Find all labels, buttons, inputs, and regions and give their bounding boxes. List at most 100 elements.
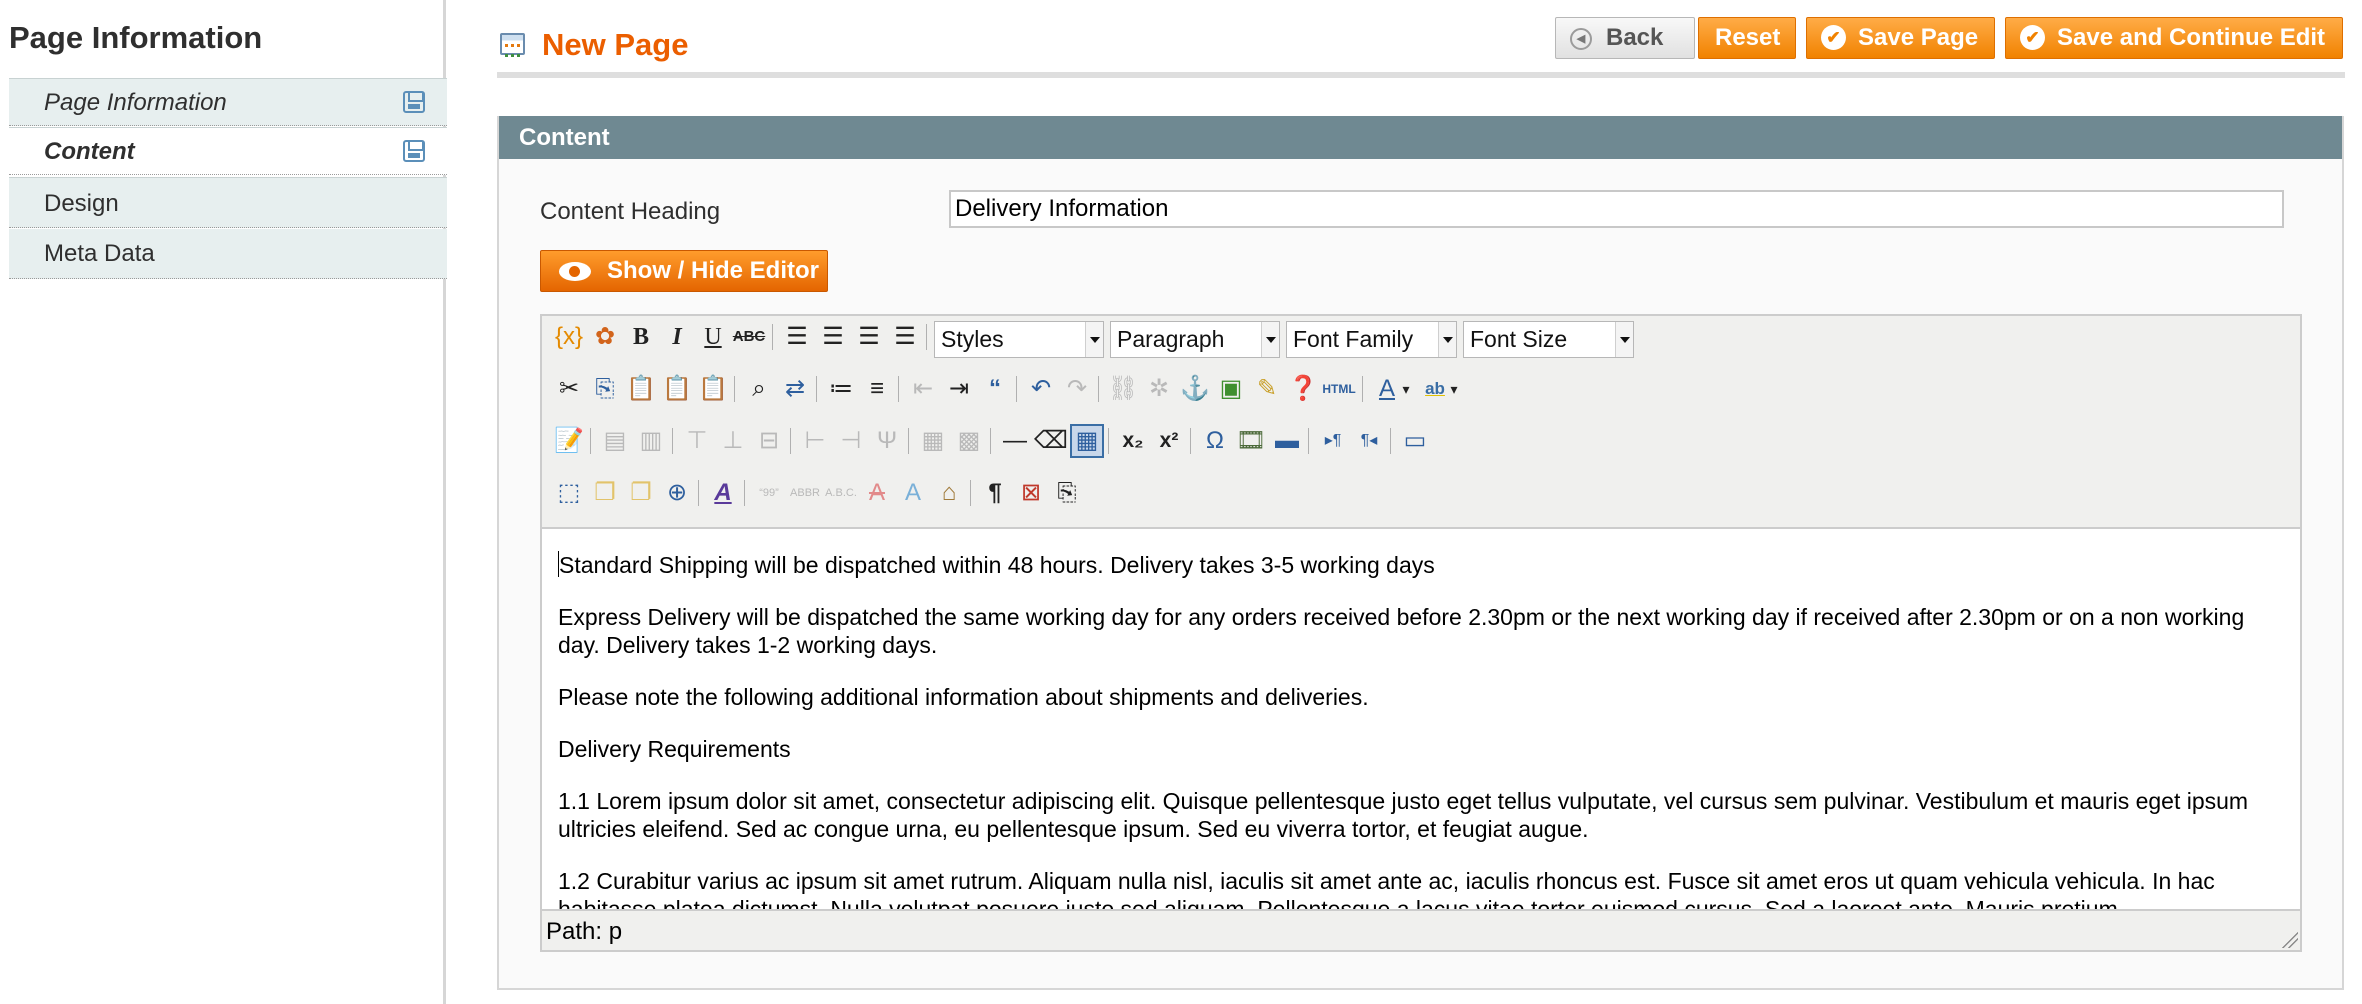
delete-col-icon[interactable]: Ψ xyxy=(870,424,904,458)
undo-icon[interactable]: ↶ xyxy=(1024,372,1058,406)
insert-layer-icon[interactable]: ⬚ xyxy=(552,476,586,510)
align-justify-icon[interactable]: ☰ xyxy=(888,320,922,354)
find-icon[interactable]: ⌕ xyxy=(742,372,776,406)
cut-icon[interactable]: ✂ xyxy=(552,372,586,406)
align-center-icon[interactable]: ☰ xyxy=(816,320,850,354)
font-size-value: Font Size xyxy=(1470,326,1568,352)
anchor-icon[interactable]: ⚓ xyxy=(1178,372,1212,406)
insert-row-after-icon[interactable]: ⊥ xyxy=(716,424,750,458)
chevron-down-icon[interactable]: ▾ xyxy=(1446,372,1462,406)
link-icon[interactable]: ⛓ xyxy=(1106,372,1140,406)
toolbar-separator xyxy=(698,480,699,506)
sidebar-tab-content[interactable]: Content xyxy=(9,127,447,175)
insert-text-icon[interactable]: A xyxy=(896,476,930,510)
horizontal-rule-icon[interactable]: — xyxy=(998,424,1032,458)
outdent-icon[interactable]: ⇤ xyxy=(906,372,940,406)
rtl-icon[interactable]: ¶◂ xyxy=(1352,424,1386,458)
font-family-select[interactable]: Font Family xyxy=(1286,321,1457,358)
page-break-icon[interactable]: ⎘ xyxy=(1050,476,1084,510)
paragraph-format-value: Paragraph xyxy=(1117,326,1225,352)
table-cell-props-icon[interactable]: ▥ xyxy=(634,424,668,458)
help-icon[interactable]: ❓ xyxy=(1286,372,1320,406)
unlink-icon[interactable]: ✲ xyxy=(1142,372,1176,406)
save-and-continue-button[interactable]: ✔ Save and Continue Edit xyxy=(2005,17,2343,59)
media-icon[interactable]: 🎞 xyxy=(1234,424,1268,458)
align-left-icon[interactable]: ☰ xyxy=(780,320,814,354)
styles-select[interactable]: Styles xyxy=(934,321,1104,358)
sidebar: Page Information Page Information Conten… xyxy=(0,0,447,1004)
bullet-list-icon[interactable]: ≔ xyxy=(824,372,858,406)
ltr-icon[interactable]: ▸¶ xyxy=(1316,424,1350,458)
insert-col-before-icon[interactable]: ⊢ xyxy=(798,424,832,458)
sidebar-tab-label: Content xyxy=(44,138,135,165)
subscript-icon[interactable]: x₂ xyxy=(1116,424,1150,458)
html-source-icon[interactable]: HTML xyxy=(1322,372,1356,406)
insert-row-before-icon[interactable]: ⊤ xyxy=(680,424,714,458)
save-page-button[interactable]: ✔ Save Page xyxy=(1806,17,1995,59)
insert-table-icon[interactable]: ▦ xyxy=(1070,424,1104,458)
cite-icon[interactable]: “99” xyxy=(752,476,786,510)
sidebar-tab-page-information[interactable]: Page Information xyxy=(9,78,447,126)
insert-widget-icon[interactable]: ✿ xyxy=(588,320,622,354)
move-forward-icon[interactable]: ❐ xyxy=(588,476,622,510)
sidebar-tab-meta-data[interactable]: Meta Data xyxy=(9,229,447,279)
image-icon[interactable]: ▣ xyxy=(1214,372,1248,406)
cleanup-icon[interactable]: ✎ xyxy=(1250,372,1284,406)
content-heading-input[interactable] xyxy=(949,190,2284,228)
paste-word-icon[interactable]: 📋 xyxy=(696,372,730,406)
insert-variable-icon[interactable]: {x} xyxy=(552,320,586,354)
attributes-icon[interactable]: ⌂ xyxy=(932,476,966,510)
align-right-icon[interactable]: ☰ xyxy=(852,320,886,354)
replace-icon[interactable]: ⇄ xyxy=(778,372,812,406)
underline-icon[interactable]: U xyxy=(696,320,730,354)
show-hide-editor-button[interactable]: Show / Hide Editor xyxy=(540,250,828,292)
non-breaking-toggle-icon[interactable]: ⊠ xyxy=(1014,476,1048,510)
chevron-down-icon[interactable]: ▾ xyxy=(1398,372,1414,406)
delete-row-icon[interactable]: ⊟ xyxy=(752,424,786,458)
edit-table-icon[interactable]: 📝 xyxy=(552,424,586,458)
remove-format-icon[interactable]: ⌫ xyxy=(1034,424,1068,458)
toolbar-separator xyxy=(590,428,591,454)
table-row-props-icon[interactable]: ▤ xyxy=(598,424,632,458)
checkmark-icon: ✔ xyxy=(2020,25,2045,50)
resize-handle-icon[interactable] xyxy=(2280,930,2298,948)
absolute-position-icon[interactable]: ⊕ xyxy=(660,476,694,510)
move-backward-icon[interactable]: ❐ xyxy=(624,476,658,510)
nonbreaking-icon[interactable]: ▬ xyxy=(1270,424,1304,458)
section-header: Content xyxy=(499,116,2342,159)
italic-icon[interactable]: I xyxy=(660,320,694,354)
toolbar-separator xyxy=(790,428,791,454)
editor-content-area[interactable]: Standard Shipping will be dispatched wit… xyxy=(542,527,2300,911)
superscript-icon[interactable]: x² xyxy=(1152,424,1186,458)
blockquote-icon[interactable]: “ xyxy=(978,372,1012,406)
acronym-icon[interactable]: A.B.C. xyxy=(824,476,858,510)
split-cells-icon[interactable]: ▦ xyxy=(916,424,950,458)
reset-button[interactable]: Reset xyxy=(1698,17,1796,59)
visual-chars-icon[interactable]: ¶ xyxy=(978,476,1012,510)
merge-cells-icon[interactable]: ▩ xyxy=(952,424,986,458)
insert-col-after-icon[interactable]: ⊣ xyxy=(834,424,868,458)
abbr-icon[interactable]: ABBR xyxy=(788,476,822,510)
sidebar-tab-design[interactable]: Design xyxy=(9,177,447,228)
editor-paragraph: Express Delivery will be dispatched the … xyxy=(558,604,2245,658)
styles-select-value: Styles xyxy=(941,326,1004,352)
save-state-icon xyxy=(403,91,425,113)
paste-text-icon[interactable]: 📋 xyxy=(660,372,694,406)
paragraph-format-select[interactable]: Paragraph xyxy=(1110,321,1280,358)
back-button[interactable]: ◀ Back xyxy=(1555,17,1695,59)
indent-icon[interactable]: ⇥ xyxy=(942,372,976,406)
font-family-value: Font Family xyxy=(1293,326,1414,352)
bold-icon[interactable]: B xyxy=(624,320,658,354)
toolbar-row-3: 📝 ▤ ▥ ⊤ ⊥ ⊟ ⊢ ⊣ Ψ ▦ ▩ — ⌫ ▦ x₂ x² Ω 🎞 ▬ xyxy=(552,420,2292,462)
style-props-icon[interactable]: A xyxy=(706,476,740,510)
copy-icon[interactable]: ⎘ xyxy=(588,372,622,406)
strikethrough-icon[interactable]: ABC xyxy=(732,320,766,354)
font-size-select[interactable]: Font Size xyxy=(1463,321,1634,358)
fullscreen-icon[interactable]: ▭ xyxy=(1398,424,1432,458)
chevron-down-icon xyxy=(1085,322,1103,357)
delete-text-icon[interactable]: A xyxy=(860,476,894,510)
paste-icon[interactable]: 📋 xyxy=(624,372,658,406)
redo-icon[interactable]: ↷ xyxy=(1060,372,1094,406)
special-char-icon[interactable]: Ω xyxy=(1198,424,1232,458)
numbered-list-icon[interactable]: ≡ xyxy=(860,372,894,406)
